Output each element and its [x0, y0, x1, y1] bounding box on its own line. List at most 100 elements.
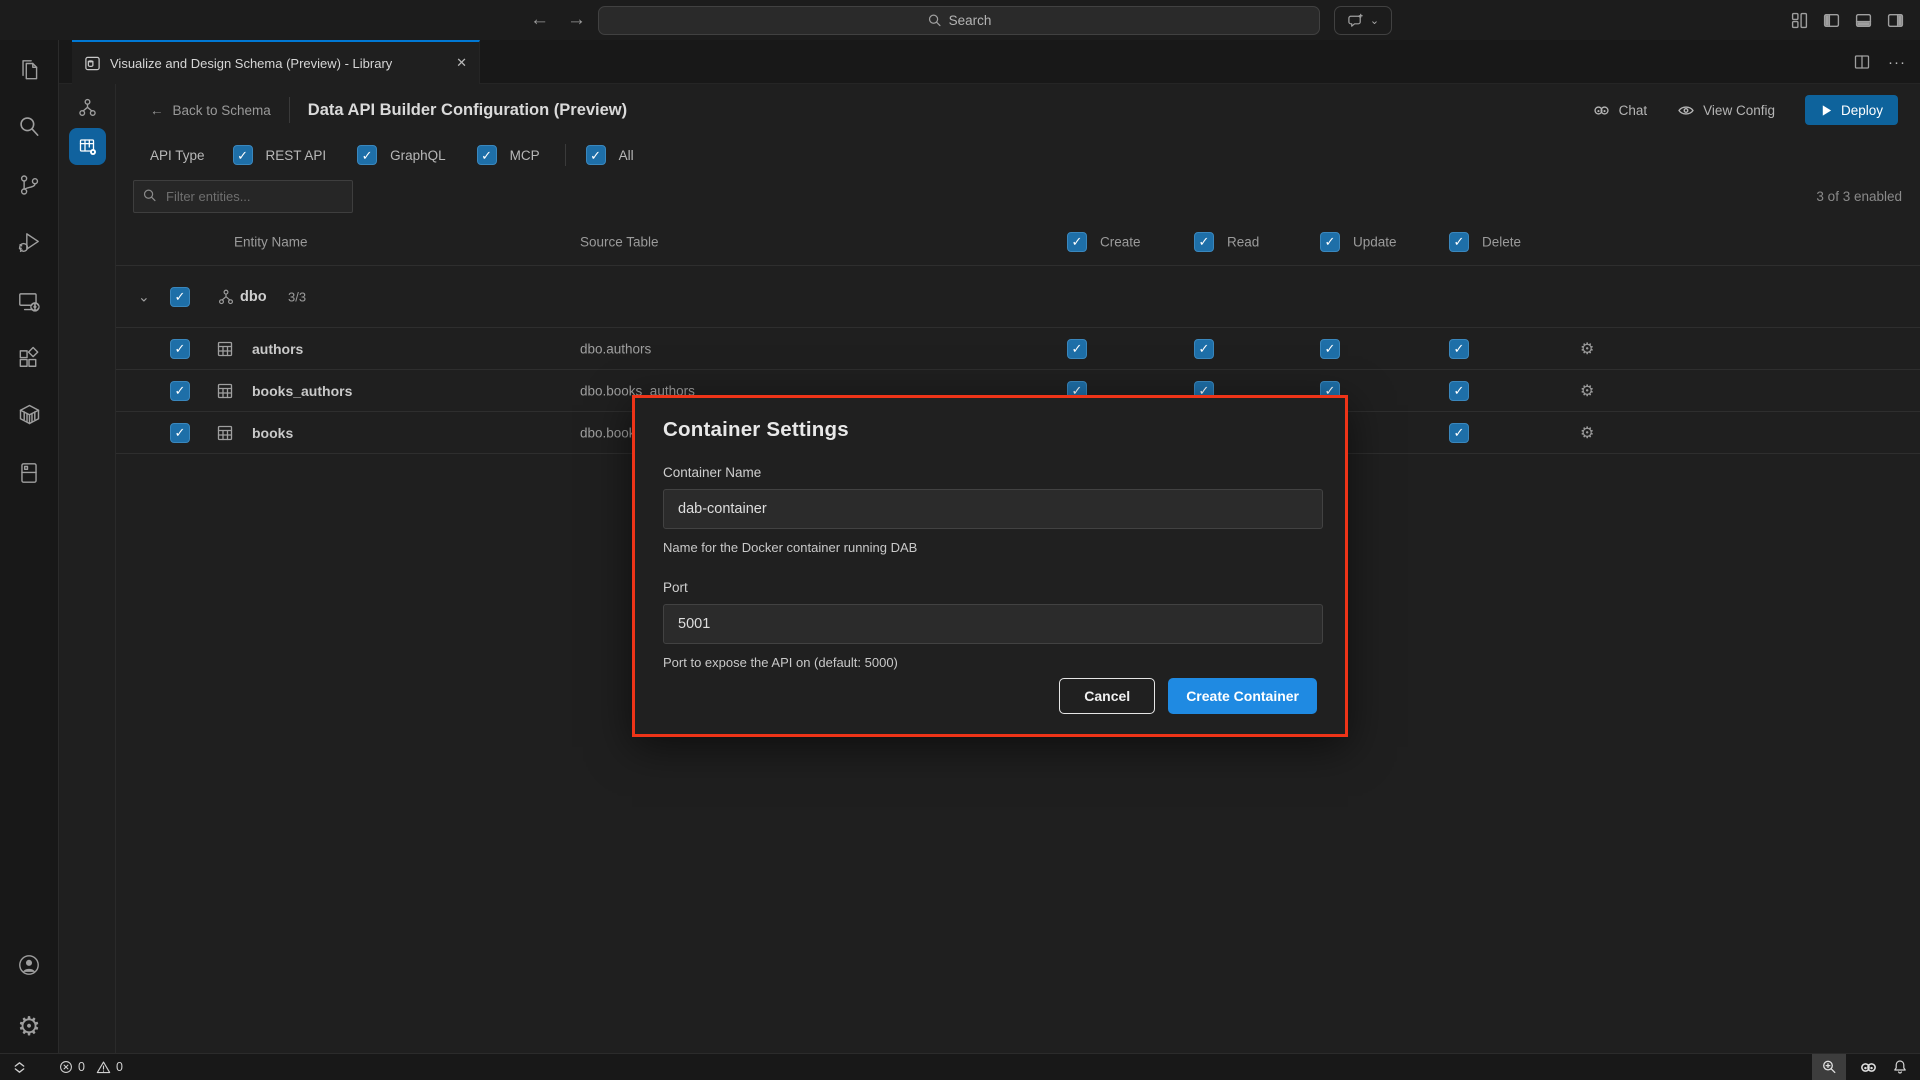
port-label: Port [663, 580, 1317, 595]
toggle-secondary-sidebar-icon[interactable] [1887, 12, 1904, 29]
filter-search-icon [142, 188, 157, 203]
copilot-chat-dropdown[interactable]: ⌄ [1334, 6, 1392, 35]
api-options-divider [565, 144, 566, 166]
source-control-icon[interactable] [0, 161, 58, 209]
editor-more-actions-icon[interactable]: ··· [1888, 54, 1906, 71]
nav-back-icon[interactable]: ← [530, 9, 549, 31]
row-read-checkbox[interactable] [1194, 339, 1214, 359]
port-input[interactable] [663, 604, 1323, 644]
group-checkbox[interactable] [170, 287, 190, 307]
back-arrow-icon: ← [150, 103, 164, 118]
search-icon [927, 13, 942, 28]
copilot-chat-icon [1347, 12, 1364, 29]
table-header: Entity Name Source Table Create Read Upd… [116, 218, 1920, 266]
row-checkbox[interactable] [170, 339, 190, 359]
create-all-checkbox[interactable] [1067, 232, 1087, 252]
error-count: 0 [78, 1060, 85, 1074]
table-row-authors[interactable]: authors dbo.authors ⚙ [116, 328, 1920, 370]
update-header: Update [1353, 234, 1397, 249]
error-icon [59, 1060, 73, 1074]
row-checkbox[interactable] [170, 423, 190, 443]
entity-name: authors [252, 341, 303, 357]
row-settings-gear-icon[interactable]: ⚙ [1580, 423, 1594, 443]
dab-config-tool-active[interactable] [69, 128, 106, 165]
view-config-button[interactable]: View Config [1677, 101, 1775, 119]
row-checkbox[interactable] [170, 381, 190, 401]
vscode-window: ← → Search ⌄ [0, 0, 1920, 1080]
delete-header: Delete [1482, 234, 1521, 249]
cancel-button[interactable]: Cancel [1059, 678, 1155, 714]
zoom-status-button[interactable] [1812, 1054, 1846, 1080]
schema-designer-tab-icon [84, 55, 101, 72]
command-center-search[interactable]: Search [598, 6, 1320, 35]
split-editor-icon[interactable] [1854, 54, 1870, 70]
all-checkbox[interactable] [586, 145, 606, 165]
title-bar: ← → Search ⌄ [0, 0, 1920, 40]
visualize-schema-tool-icon[interactable] [77, 97, 98, 118]
filter-row: 3 of 3 enabled [116, 174, 1920, 218]
chat-button[interactable]: Chat [1592, 101, 1648, 120]
warning-icon [96, 1060, 111, 1075]
remote-indicator[interactable] [0, 1054, 34, 1080]
entity-name: books_authors [252, 383, 352, 399]
api-option-all[interactable]: All [586, 145, 634, 165]
row-settings-gear-icon[interactable]: ⚙ [1580, 381, 1594, 401]
accounts-icon[interactable] [0, 941, 58, 989]
create-header: Create [1100, 234, 1141, 249]
api-option-graphql[interactable]: GraphQL [357, 145, 446, 165]
extensions-icon[interactable] [0, 335, 58, 383]
row-delete-checkbox[interactable] [1449, 423, 1469, 443]
toggle-primary-sidebar-icon[interactable] [1823, 12, 1840, 29]
row-settings-gear-icon[interactable]: ⚙ [1580, 339, 1594, 359]
toggle-panel-icon[interactable] [1855, 12, 1872, 29]
graphql-checkbox[interactable] [357, 145, 377, 165]
source-table: dbo.authors [580, 341, 651, 356]
mcp-checkbox[interactable] [477, 145, 497, 165]
back-to-schema-link[interactable]: ← Back to Schema [150, 103, 271, 118]
read-all-checkbox[interactable] [1194, 232, 1214, 252]
copilot-status-icon[interactable] [1852, 1054, 1884, 1080]
search-sidebar-icon[interactable] [0, 103, 58, 151]
rest-api-checkbox[interactable] [233, 145, 253, 165]
database-icon[interactable] [0, 449, 58, 497]
play-icon [1820, 104, 1833, 117]
run-debug-icon[interactable] [0, 218, 58, 266]
search-label: Search [949, 13, 992, 28]
api-type-row: API Type REST API GraphQL MCP All [116, 136, 1920, 174]
settings-gear-icon[interactable]: ⚙ [0, 1002, 58, 1050]
delete-all-checkbox[interactable] [1449, 232, 1469, 252]
table-icon [217, 383, 233, 399]
remote-explorer-icon[interactable] [0, 278, 58, 326]
tab-close-icon[interactable]: ✕ [456, 55, 467, 71]
customize-layout-icon[interactable] [1791, 12, 1808, 29]
container-tools-icon[interactable] [0, 390, 58, 438]
api-option-mcp[interactable]: MCP [477, 145, 540, 165]
api-option-rest[interactable]: REST API [233, 145, 327, 165]
remote-icon [12, 1060, 27, 1075]
enabled-summary: 3 of 3 enabled [1816, 189, 1902, 204]
table-icon [217, 425, 233, 441]
row-create-checkbox[interactable] [1067, 339, 1087, 359]
explorer-icon[interactable] [0, 46, 58, 94]
container-name-help: Name for the Docker container running DA… [663, 540, 1317, 555]
row-update-checkbox[interactable] [1320, 339, 1340, 359]
container-name-input[interactable] [663, 489, 1323, 529]
eye-icon [1677, 101, 1695, 119]
row-delete-checkbox[interactable] [1449, 381, 1469, 401]
header-divider [289, 97, 290, 123]
group-collapse-chevron-icon[interactable]: ⌄ [138, 288, 150, 305]
filter-entities-input[interactable] [133, 180, 353, 213]
nav-forward-icon[interactable]: → [567, 9, 586, 31]
container-settings-modal: Container Settings Container Name Name f… [632, 395, 1348, 737]
schema-group-row[interactable]: ⌄ dbo 3/3 [116, 266, 1920, 328]
notifications-bell-icon[interactable] [1884, 1054, 1916, 1080]
deploy-button[interactable]: Deploy [1805, 95, 1898, 125]
tab-visualize-schema[interactable]: Visualize and Design Schema (Preview) - … [72, 40, 480, 84]
entity-name-header: Entity Name [234, 234, 308, 249]
update-all-checkbox[interactable] [1320, 232, 1340, 252]
page-title: Data API Builder Configuration (Preview) [308, 101, 627, 120]
create-container-button[interactable]: Create Container [1168, 678, 1317, 714]
row-delete-checkbox[interactable] [1449, 339, 1469, 359]
copilot-icon [1592, 101, 1611, 120]
problems-indicator[interactable]: 0 0 [52, 1054, 130, 1080]
